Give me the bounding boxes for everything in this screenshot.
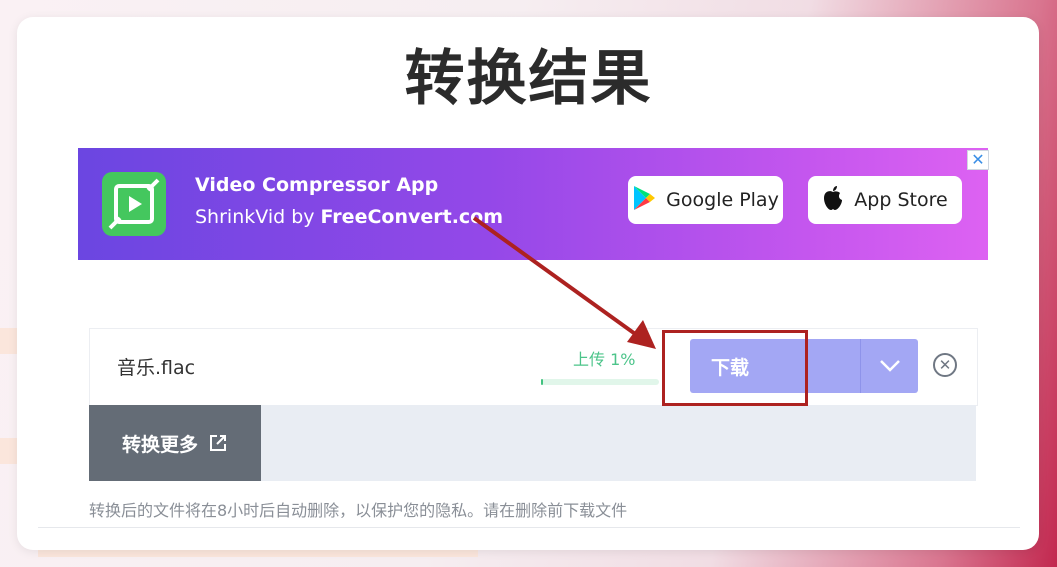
annotation-arrow <box>472 216 656 349</box>
